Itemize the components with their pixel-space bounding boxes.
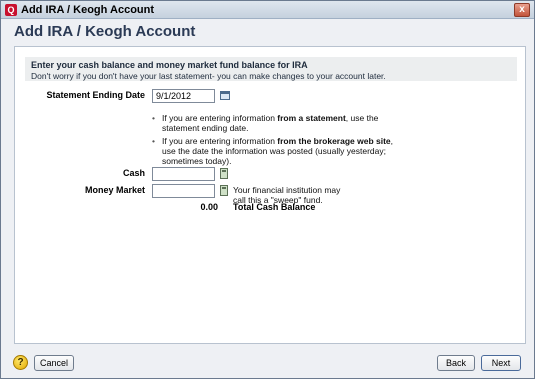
total-cash-label: Total Cash Balance (233, 202, 316, 212)
bullet2-line2: use the date the information was posted … (162, 146, 386, 156)
bullet1-line2: statement ending date. (162, 123, 249, 133)
statement-hint-bullet: • If you are entering information from a… (152, 113, 462, 133)
money-market-input[interactable] (152, 184, 215, 198)
content-panel: Enter your cash balance and money market… (14, 46, 526, 344)
help-icon[interactable]: ? (13, 355, 28, 370)
cancel-button[interactable]: Cancel (34, 355, 74, 371)
title-bar[interactable]: Q Add IRA / Keogh Account x (1, 1, 534, 19)
instruction-banner: Enter your cash balance and money market… (25, 57, 517, 81)
banner-subtitle: Don't worry if you don't have your last … (31, 71, 386, 81)
next-button[interactable]: Next (481, 355, 521, 371)
back-button[interactable]: Back (437, 355, 475, 371)
bullet2-bold: from the brokerage web site (277, 136, 391, 146)
bullet-dot-icon: • (152, 136, 155, 146)
calculator-icon[interactable] (220, 168, 228, 179)
bullet2-line3: sometimes today). (162, 156, 232, 166)
bullet1-text: If you are entering information (162, 113, 278, 123)
bullet2-post: , (390, 136, 394, 146)
close-button[interactable]: x (514, 3, 530, 17)
window-title: Add IRA / Keogh Account (21, 4, 155, 16)
money-market-label: Money Market (84, 185, 145, 195)
statement-date-input[interactable]: 9/1/2012 (152, 89, 215, 103)
total-cash-value: 0.00 (200, 202, 218, 212)
statement-date-label: Statement Ending Date (46, 90, 145, 100)
banner-title: Enter your cash balance and money market… (31, 60, 308, 70)
dialog-window: Q Add IRA / Keogh Account x Add IRA / Ke… (0, 0, 535, 379)
calendar-icon[interactable] (220, 91, 230, 100)
website-hint-bullet: • If you are entering information from t… (152, 136, 462, 166)
bullet2-text: If you are entering information (162, 136, 278, 146)
sweep-note-line1: Your financial institution may (233, 185, 341, 195)
quicken-q-icon: Q (5, 4, 17, 16)
bullet1-bold: from a statement (277, 113, 346, 123)
cash-input[interactable] (152, 167, 215, 181)
cash-label: Cash (122, 168, 145, 178)
bullet-dot-icon: • (152, 113, 155, 123)
calculator-icon[interactable] (220, 185, 228, 196)
bullet1-post: , use the (345, 113, 379, 123)
page-title: Add IRA / Keogh Account (14, 23, 196, 40)
